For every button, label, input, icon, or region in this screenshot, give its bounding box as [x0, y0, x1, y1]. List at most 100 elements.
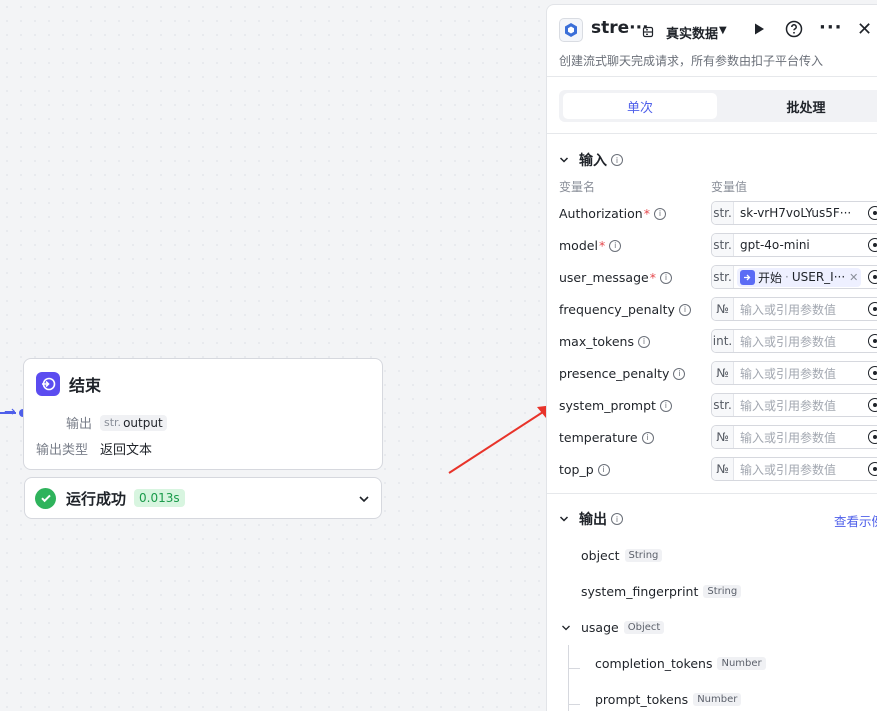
- param-placeholder[interactable]: 输入或引用参数值: [740, 397, 836, 414]
- run-time-badge: 0.013s: [134, 489, 185, 507]
- param-row-model: model * i str. gpt-4o-mini: [559, 233, 877, 259]
- info-icon: i: [609, 239, 622, 252]
- info-icon: i: [637, 335, 650, 348]
- param-input[interactable]: str. 开始 · USER_I··· ✕: [711, 265, 877, 289]
- reference-icon[interactable]: [868, 206, 877, 220]
- ref-var-name: USER_I···: [791, 270, 846, 284]
- param-input[interactable]: № 输入或引用参数值: [711, 425, 877, 449]
- param-input[interactable]: № 输入或引用参数值: [711, 297, 877, 321]
- reference-chip[interactable]: 开始 · USER_I··· ✕: [737, 267, 862, 287]
- output-section-title: 输出: [579, 512, 607, 528]
- input-section-title: 输入: [579, 153, 607, 169]
- param-value[interactable]: sk-vrH7voLYus5F···: [740, 206, 851, 220]
- param-value[interactable]: gpt-4o-mini: [740, 238, 810, 252]
- tree-line: [568, 704, 580, 705]
- tree-line: [568, 645, 569, 711]
- output-type-badge: String: [703, 585, 742, 598]
- tab-batch[interactable]: 批处理: [729, 93, 877, 119]
- required-mark: *: [598, 238, 606, 253]
- param-input[interactable]: str. 输入或引用参数值: [711, 393, 877, 417]
- remove-icon[interactable]: ✕: [849, 271, 858, 284]
- run-status-bar[interactable]: 运行成功 0.013s: [24, 477, 382, 519]
- param-name: Authorization: [559, 206, 643, 221]
- param-row-frequency-penalty: frequency_penalty i № 输入或引用参数值: [559, 297, 877, 323]
- param-row-user-message: user_message * i str. 开始 · USER_I··· ✕: [559, 265, 877, 291]
- output-item: system_fingerprint String: [581, 584, 742, 599]
- param-name: frequency_penalty: [559, 302, 675, 317]
- database-icon: [642, 23, 654, 42]
- reference-icon[interactable]: [868, 270, 877, 284]
- output-name: completion_tokens: [595, 656, 713, 671]
- type-tag: str.: [712, 394, 734, 416]
- info-icon: i: [641, 431, 654, 444]
- panel-title: stre···: [591, 18, 649, 38]
- output-section-header[interactable]: 输出 i: [559, 509, 623, 529]
- reference-icon[interactable]: [868, 238, 877, 252]
- ref-node-name: 开始: [758, 270, 783, 285]
- caret-down-icon[interactable]: ▼: [719, 25, 727, 36]
- output-type-badge: String: [624, 549, 663, 562]
- reference-icon[interactable]: [868, 430, 877, 444]
- data-mode-select[interactable]: 真实数据: [666, 23, 718, 42]
- panel-header: stre··· 真实数据 ▼ ··· ✕ 创建流式聊天完成请求，所有参数由扣子平…: [547, 5, 877, 77]
- param-input[interactable]: int. 输入或引用参数值: [711, 329, 877, 353]
- param-name: user_message: [559, 270, 649, 285]
- type-tag: str.: [712, 266, 734, 288]
- chevron-down-icon[interactable]: [561, 623, 571, 633]
- param-name: top_p: [559, 462, 594, 477]
- type-tag: str.: [712, 234, 734, 256]
- run-status-text: 运行成功: [66, 489, 127, 508]
- type-tag: №: [712, 362, 734, 384]
- chevron-down-icon[interactable]: [559, 155, 569, 165]
- output-name: object: [581, 548, 620, 563]
- end-node-icon: [36, 372, 60, 396]
- param-row-top-p: top_p i № 输入或引用参数值: [559, 457, 877, 483]
- chevron-down-icon[interactable]: [559, 514, 569, 524]
- chevron-down-icon[interactable]: [357, 491, 371, 510]
- type-tag: str.: [712, 202, 734, 224]
- close-icon[interactable]: ✕: [857, 19, 872, 40]
- param-placeholder[interactable]: 输入或引用参数值: [740, 429, 836, 446]
- info-icon: i: [659, 399, 672, 412]
- check-circle-icon: [35, 487, 56, 509]
- param-input[interactable]: № 输入或引用参数值: [711, 361, 877, 385]
- reference-icon[interactable]: [868, 462, 877, 476]
- param-input[interactable]: str. gpt-4o-mini: [711, 233, 877, 257]
- output-type-badge: Number: [693, 693, 742, 706]
- plugin-test-panel: stre··· 真实数据 ▼ ··· ✕ 创建流式聊天完成请求，所有参数由扣子平…: [546, 4, 877, 711]
- param-name: model: [559, 238, 598, 253]
- reference-icon[interactable]: [868, 302, 877, 316]
- param-placeholder[interactable]: 输入或引用参数值: [740, 365, 836, 382]
- reference-icon[interactable]: [868, 366, 877, 380]
- input-section-header[interactable]: 输入 i: [559, 150, 623, 170]
- output-item: object String: [581, 548, 663, 563]
- type-tag: №: [712, 298, 734, 320]
- param-input[interactable]: str. sk-vrH7voLYus5F···: [711, 201, 877, 225]
- param-placeholder[interactable]: 输入或引用参数值: [740, 461, 836, 478]
- info-icon: i: [673, 367, 686, 380]
- param-placeholder[interactable]: 输入或引用参数值: [740, 333, 836, 350]
- view-example-link[interactable]: 查看示例: [834, 511, 877, 530]
- param-input[interactable]: № 输入或引用参数值: [711, 457, 877, 481]
- info-icon: i: [611, 513, 623, 525]
- required-mark: *: [649, 270, 656, 285]
- col-name-header: 变量名: [559, 180, 596, 194]
- info-icon: i: [653, 207, 666, 220]
- output-type-label: 输出类型: [36, 443, 89, 458]
- play-icon[interactable]: [752, 21, 766, 40]
- param-placeholder[interactable]: 输入或引用参数值: [740, 301, 836, 318]
- plugin-logo-icon: [559, 18, 583, 42]
- param-row-presence-penalty: presence_penalty i № 输入或引用参数值: [559, 361, 877, 387]
- more-icon[interactable]: ···: [819, 17, 843, 38]
- panel-description: 创建流式聊天完成请求，所有参数由扣子平台传入: [559, 54, 824, 68]
- output-type-badge: Number: [717, 657, 766, 670]
- info-icon: i: [597, 463, 610, 476]
- help-icon[interactable]: [785, 20, 803, 42]
- output-item-usage[interactable]: usage Object: [561, 620, 665, 635]
- reference-icon[interactable]: [868, 398, 877, 412]
- mode-tabs: 单次 批处理: [559, 90, 877, 122]
- reference-icon[interactable]: [868, 334, 877, 348]
- end-node[interactable]: 结束 输出 str. output 输出类型 返回文本: [23, 358, 383, 470]
- tab-single[interactable]: 单次: [563, 93, 717, 119]
- output-name: system_fingerprint: [581, 584, 699, 599]
